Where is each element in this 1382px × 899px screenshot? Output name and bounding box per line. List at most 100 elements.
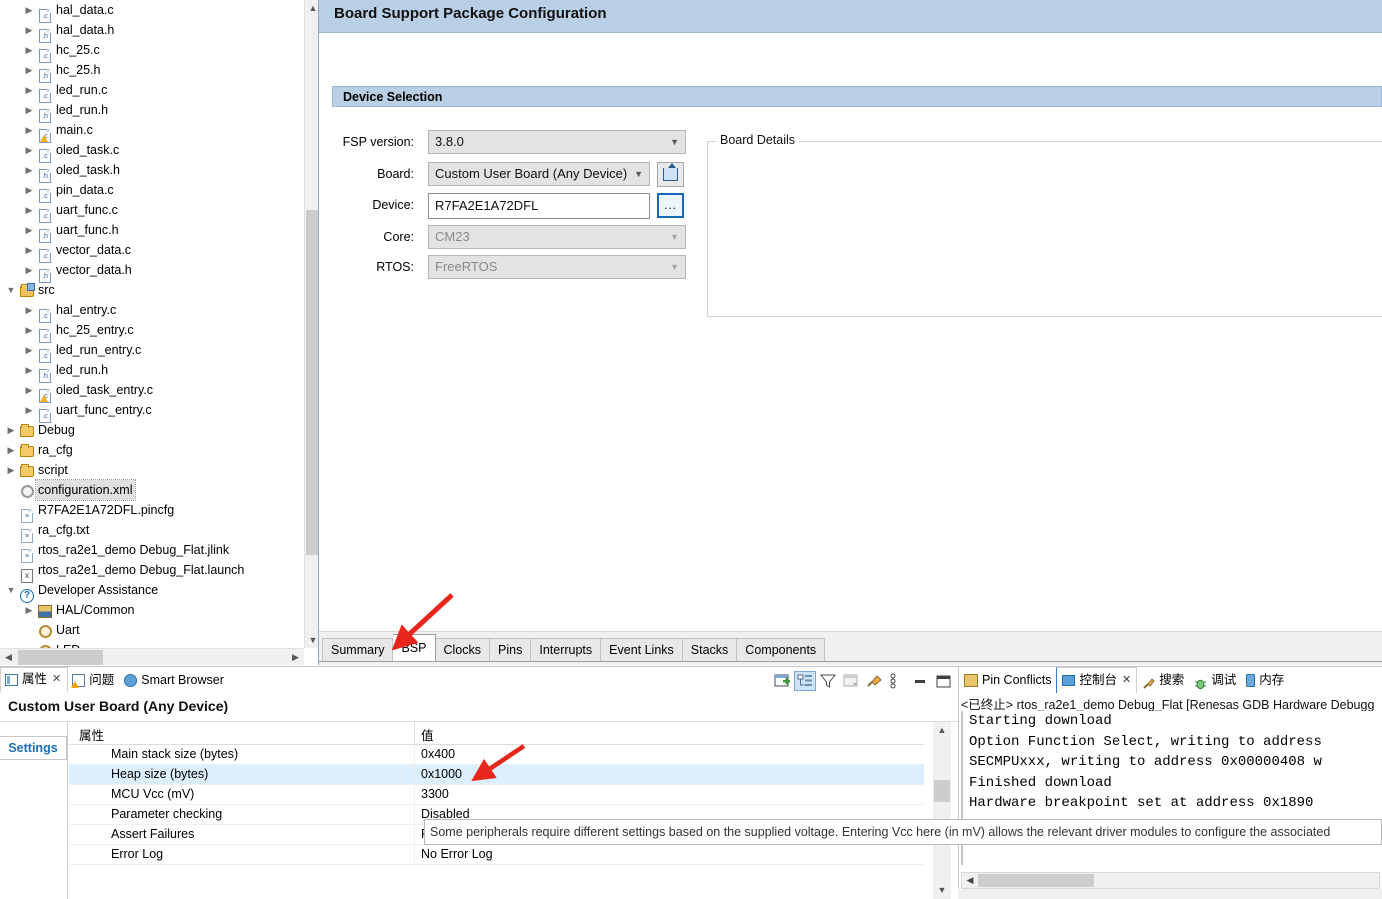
tree-item[interactable]: ▶xrtos_ra2e1_demo Debug_Flat.launch bbox=[0, 560, 298, 583]
restore-default-icon[interactable] bbox=[840, 671, 862, 691]
board-combo[interactable]: Custom User Board (Any Device) ▼ bbox=[428, 162, 650, 186]
tree-item[interactable]: ▶ HAL/Common bbox=[0, 600, 298, 620]
chevron-right-icon[interactable]: ▶ bbox=[22, 360, 36, 380]
show-categories-icon[interactable] bbox=[794, 671, 816, 691]
tree-item[interactable]: ▶ .c oled_task.c bbox=[0, 140, 298, 163]
chevron-right-icon[interactable]: ▶ bbox=[22, 380, 36, 400]
tree-item[interactable]: ▶ .c hal_data.c bbox=[0, 0, 298, 23]
project-explorer-tree[interactable]: ▶ .c hal_data.c ▶ .h hal_data.h ▶ .c hc_25.c ▶ .h h… bbox=[0, 0, 320, 665]
scroll-down-icon[interactable]: ▼ bbox=[933, 882, 951, 899]
chevron-down-icon[interactable]: ▼ bbox=[4, 280, 18, 300]
tree-item[interactable]: ▶ .h vector_data.h bbox=[0, 260, 298, 283]
property-value[interactable]: No Error Log bbox=[421, 847, 493, 861]
settings-category-tab[interactable]: Settings bbox=[0, 736, 67, 760]
tree-item[interactable]: ▶configuration.xml bbox=[0, 479, 298, 501]
chevron-right-icon[interactable]: ▶ bbox=[22, 180, 36, 200]
scroll-up-icon[interactable]: ▲ bbox=[933, 722, 951, 739]
chevron-right-icon[interactable]: ▶ bbox=[4, 460, 18, 480]
tree-horizontal-scrollbar[interactable]: ◀ ▶ bbox=[0, 648, 304, 665]
chevron-right-icon[interactable]: ▶ bbox=[22, 600, 36, 620]
editor-tab-stacks[interactable]: Stacks bbox=[682, 638, 738, 661]
console-tab-console[interactable]: 控制台 ✕ bbox=[1056, 667, 1138, 693]
import-board-button[interactable] bbox=[657, 162, 684, 187]
pin-icon[interactable] bbox=[863, 671, 885, 691]
tree-item[interactable]: ▶ .h led_run.h bbox=[0, 360, 298, 383]
chevron-right-icon[interactable]: ▶ bbox=[4, 440, 18, 460]
device-input[interactable]: R7FA2E1A72DFL bbox=[428, 193, 650, 219]
chevron-right-icon[interactable]: ▶ bbox=[4, 420, 18, 440]
view-tab-properties[interactable]: 属性 ✕ bbox=[0, 667, 69, 693]
chevron-right-icon[interactable]: ▶ bbox=[22, 200, 36, 220]
chevron-right-icon[interactable]: ▶ bbox=[22, 240, 36, 260]
editor-tab-interrupts[interactable]: Interrupts bbox=[531, 638, 602, 661]
tree-item[interactable]: ▶ .c main.c bbox=[0, 120, 298, 143]
tree-item[interactable]: ▶ .c vector_data.c bbox=[0, 240, 298, 263]
tree-item[interactable]: ▶ .h hc_25.h bbox=[0, 60, 298, 83]
properties-table[interactable]: 属性 值 Main stack size (bytes) 0x400 Heap si… bbox=[69, 722, 924, 899]
chevron-right-icon[interactable]: ▶ bbox=[22, 80, 36, 100]
console-tab-memory[interactable]: 内存 bbox=[1241, 667, 1289, 693]
console-tab-pin-conflicts[interactable]: Pin Conflicts bbox=[959, 667, 1056, 693]
tree-item[interactable]: ▶ .c hc_25_entry.c bbox=[0, 320, 298, 343]
property-value[interactable]: 0x400 bbox=[421, 747, 455, 761]
fsp-version-combo[interactable]: 3.8.0 ▼ bbox=[428, 130, 686, 154]
chevron-right-icon[interactable]: ▶ bbox=[22, 140, 36, 160]
tree-item[interactable]: ▶ .c hal_entry.c bbox=[0, 300, 298, 323]
console-hscroll-thumb[interactable] bbox=[978, 874, 1094, 887]
editor-tab-event-links[interactable]: Event Links bbox=[601, 638, 683, 661]
chevron-right-icon[interactable]: ▶ bbox=[22, 40, 36, 60]
properties-vertical-scrollbar[interactable]: ▲ ▼ bbox=[925, 722, 958, 899]
properties-row-container[interactable]: Main stack size (bytes) 0x400 Heap size (b… bbox=[69, 745, 924, 865]
tree-item[interactable]: ▼? Developer Assistance bbox=[0, 580, 298, 603]
tree-item[interactable]: ▶ .c led_run_entry.c bbox=[0, 340, 298, 363]
properties-scroll-track[interactable] bbox=[933, 722, 951, 899]
chevron-right-icon[interactable]: ▶ bbox=[22, 0, 36, 20]
property-row[interactable]: Main stack size (bytes) 0x400 bbox=[69, 745, 924, 765]
view-tab-problems[interactable]: 问题 bbox=[68, 667, 120, 693]
tree-item[interactable]: ▶ .c led_run.c bbox=[0, 80, 298, 103]
editor-tabs-strip[interactable]: Summary BSP Clocks Pins Interrupts Event Link… bbox=[322, 631, 826, 661]
console-horizontal-scrollbar[interactable]: ◀ bbox=[961, 872, 1380, 889]
editor-tab-bar[interactable]: Summary BSP Clocks Pins Interrupts Event Link… bbox=[319, 631, 1382, 665]
chevron-right-icon[interactable]: ▶ bbox=[22, 260, 36, 280]
tree-item[interactable]: ▶≡ra_cfg.txt bbox=[0, 520, 298, 543]
tree-item[interactable]: ▶ .h oled_task.h bbox=[0, 160, 298, 183]
close-icon[interactable]: ✕ bbox=[52, 667, 61, 692]
chevron-right-icon[interactable]: ▶ bbox=[22, 400, 36, 420]
chevron-right-icon[interactable]: ▶ bbox=[22, 120, 36, 140]
editor-tab-components[interactable]: Components bbox=[737, 638, 826, 661]
console-tab-search[interactable]: 搜索 bbox=[1137, 667, 1189, 693]
tree-item[interactable]: ▶≡R7FA2E1A72DFL.pincfg bbox=[0, 500, 298, 523]
property-value[interactable]: 3300 bbox=[421, 787, 449, 801]
tree-item[interactable]: ▶ .c uart_func_entry.c bbox=[0, 400, 298, 423]
tree-item[interactable]: ▶≡rtos_ra2e1_demo Debug_Flat.jlink bbox=[0, 540, 298, 563]
tree-item[interactable]: ▶ .h uart_func.h bbox=[0, 220, 298, 243]
chevron-right-icon[interactable]: ▶ bbox=[22, 220, 36, 240]
scroll-right-icon[interactable]: ▶ bbox=[287, 649, 304, 665]
editor-tab-clocks[interactable]: Clocks bbox=[435, 638, 491, 661]
tree-item[interactable]: ▼ src bbox=[0, 280, 298, 300]
filter-icon[interactable] bbox=[817, 671, 839, 691]
scroll-left-icon[interactable]: ◀ bbox=[962, 873, 978, 888]
tree-item[interactable]: ▶ script bbox=[0, 460, 298, 480]
maximize-icon[interactable] bbox=[932, 671, 954, 691]
view-tab-globe[interactable]: Smart Browser bbox=[120, 667, 230, 693]
tree-item[interactable]: ▶ .c oled_task_entry.c bbox=[0, 380, 298, 403]
property-row[interactable]: Error Log No Error Log bbox=[69, 845, 924, 865]
chevron-right-icon[interactable]: ▶ bbox=[22, 160, 36, 180]
tree-hscroll-thumb[interactable] bbox=[18, 650, 103, 665]
tree-item[interactable]: ▶Uart bbox=[0, 620, 298, 640]
tree-item[interactable]: ▶ .c hc_25.c bbox=[0, 40, 298, 63]
chevron-right-icon[interactable]: ▶ bbox=[22, 60, 36, 80]
tree-item[interactable]: ▶ .c uart_func.c bbox=[0, 200, 298, 223]
chevron-right-icon[interactable]: ▶ bbox=[22, 100, 36, 120]
editor-tab-summary[interactable]: Summary bbox=[322, 638, 394, 661]
property-value[interactable]: 0x1000 bbox=[421, 767, 462, 781]
chevron-right-icon[interactable]: ▶ bbox=[22, 320, 36, 340]
tree-item[interactable]: ▶ .h hal_data.h bbox=[0, 20, 298, 43]
view-menu-icon[interactable] bbox=[886, 671, 908, 691]
browse-device-button[interactable]: ... bbox=[657, 193, 684, 218]
editor-tab-bsp[interactable]: BSP bbox=[393, 634, 436, 661]
new-properties-view-icon[interactable] bbox=[771, 671, 793, 691]
property-row[interactable]: MCU Vcc (mV) 3300 bbox=[69, 785, 924, 805]
